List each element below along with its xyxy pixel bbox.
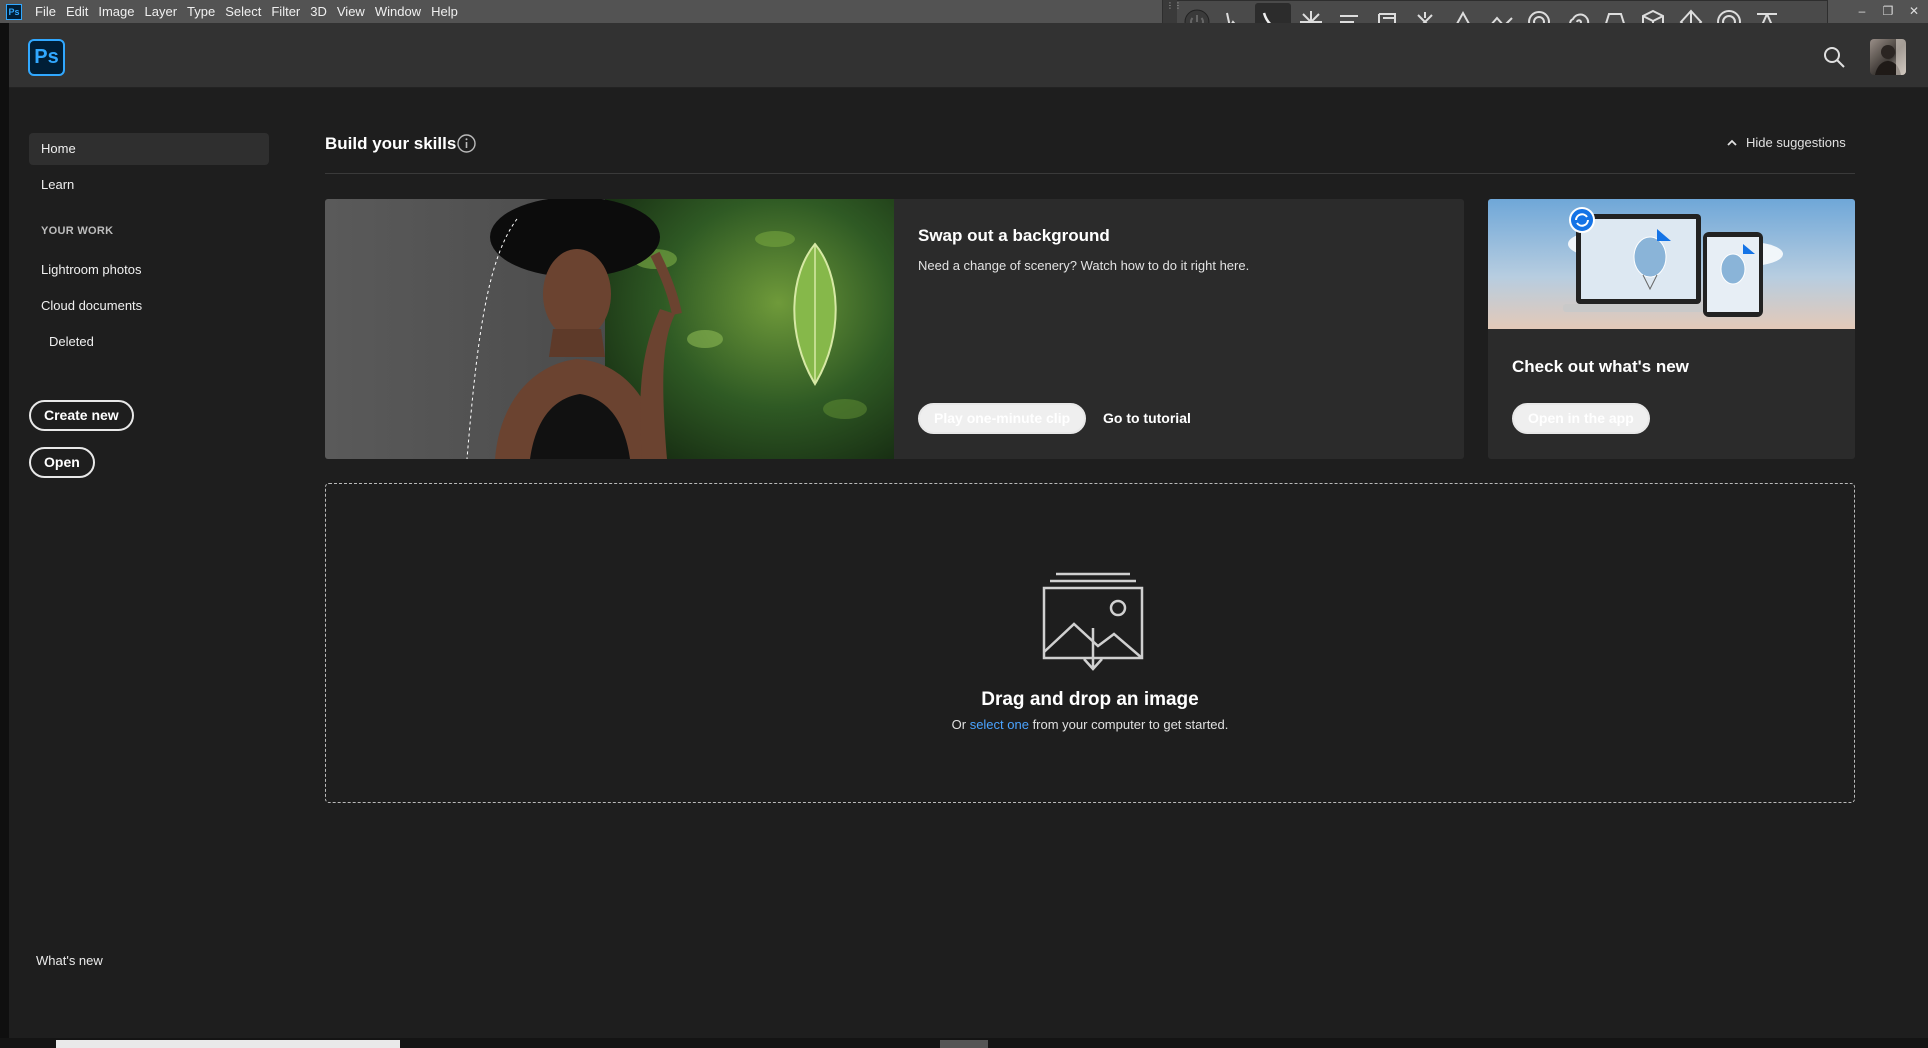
go-to-tutorial-link[interactable]: Go to tutorial bbox=[1103, 410, 1191, 426]
image-upload-icon bbox=[1038, 564, 1148, 674]
taskbar-app-thumb[interactable] bbox=[940, 1040, 988, 1048]
app-icon: Ps bbox=[6, 3, 22, 20]
menu-layer[interactable]: Layer bbox=[140, 0, 183, 23]
your-work-heading: YOUR WORK bbox=[41, 225, 114, 237]
divider bbox=[325, 173, 1855, 174]
taskbar-search-field[interactable] bbox=[56, 1040, 400, 1048]
close-icon[interactable]: ✕ bbox=[1906, 4, 1922, 18]
menu-image[interactable]: Image bbox=[93, 0, 139, 23]
create-new-button[interactable]: Create new bbox=[29, 400, 134, 431]
menu-view[interactable]: View bbox=[332, 0, 370, 23]
app-header: Ps bbox=[0, 23, 1928, 88]
sidebar: Home Learn YOUR WORK Lightroom photos Cl… bbox=[9, 88, 279, 1028]
hide-suggestions-button[interactable]: Hide suggestions bbox=[1726, 135, 1846, 150]
sidebar-item-learn[interactable]: Learn bbox=[29, 169, 269, 201]
whats-new-image bbox=[1488, 199, 1855, 329]
tutorial-image bbox=[325, 199, 894, 459]
ps-logo[interactable]: Ps bbox=[28, 39, 65, 76]
open-in-app-button[interactable]: Open in the app bbox=[1512, 403, 1650, 434]
page-title: Build your skills bbox=[325, 134, 457, 153]
menu-type[interactable]: Type bbox=[182, 0, 220, 23]
menu-edit[interactable]: Edit bbox=[61, 0, 93, 23]
restore-icon[interactable]: ❐ bbox=[1880, 4, 1896, 18]
tutorial-card: Swap out a background Need a change of s… bbox=[325, 199, 1464, 459]
whats-new-link[interactable]: What's new bbox=[36, 953, 103, 968]
menu-3d[interactable]: 3D bbox=[305, 0, 332, 23]
tutorial-title: Swap out a background bbox=[918, 226, 1110, 245]
whats-new-title: Check out what's new bbox=[1512, 357, 1689, 376]
tutorial-description: Need a change of scenery? Watch how to d… bbox=[918, 258, 1250, 273]
menu-select[interactable]: Select bbox=[220, 0, 266, 23]
sidebar-item-home[interactable]: Home bbox=[29, 133, 269, 165]
sidebar-item-cloud-documents[interactable]: Cloud documents bbox=[29, 290, 269, 322]
drop-subtitle: Or select one from your computer to get … bbox=[326, 717, 1854, 732]
play-clip-button[interactable]: Play one-minute clip bbox=[918, 403, 1087, 434]
info-icon[interactable] bbox=[456, 133, 477, 154]
left-edge bbox=[0, 23, 9, 1048]
chevron-up-icon bbox=[1727, 139, 1737, 146]
sidebar-item-lightroom[interactable]: Lightroom photos bbox=[29, 254, 269, 286]
menu-file[interactable]: File bbox=[30, 0, 61, 23]
window-controls: – ❐ ✕ bbox=[1854, 0, 1922, 22]
open-button[interactable]: Open bbox=[29, 447, 95, 478]
select-one-link[interactable]: select one bbox=[970, 717, 1029, 732]
drop-sub-suffix: from your computer to get started. bbox=[1028, 717, 1229, 732]
minimize-icon[interactable]: – bbox=[1854, 4, 1870, 18]
drop-title: Drag and drop an image bbox=[981, 689, 1199, 710]
menu-window[interactable]: Window bbox=[370, 0, 426, 23]
search-icon[interactable] bbox=[1822, 45, 1846, 69]
drop-zone[interactable]: Drag and drop an image Or select one fro… bbox=[325, 483, 1855, 803]
whats-new-card: Check out what's new Open in the app bbox=[1488, 199, 1855, 459]
menu-filter[interactable]: Filter bbox=[266, 0, 305, 23]
menu-help[interactable]: Help bbox=[426, 0, 463, 23]
hide-suggestions-label: Hide suggestions bbox=[1746, 135, 1846, 150]
drop-sub-prefix: Or bbox=[951, 717, 970, 732]
sidebar-item-deleted[interactable]: Deleted bbox=[29, 326, 269, 358]
avatar[interactable] bbox=[1870, 39, 1906, 75]
